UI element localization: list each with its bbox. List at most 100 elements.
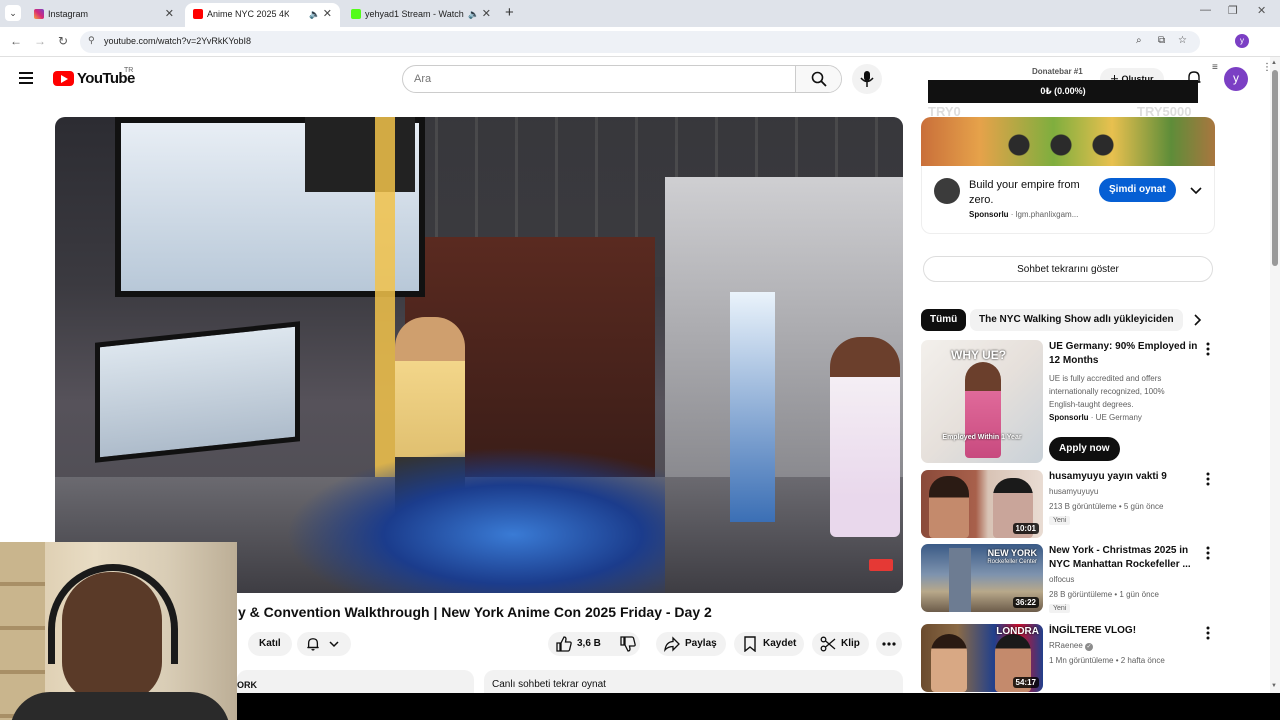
scissors-icon — [820, 636, 836, 652]
webcam-frame — [62, 572, 162, 702]
chat-replay-label: Canlı sohbeti tekrar oynat — [492, 679, 606, 690]
scrollbar-thumb[interactable] — [1272, 70, 1278, 266]
search-button[interactable] — [795, 66, 841, 92]
recommendation-item[interactable]: LONDRA 54:17 İNGİLTERE VLOG! RRaenee ✓ 1… — [921, 624, 1221, 692]
zoom-icon[interactable]: ⌕ — [1136, 35, 1142, 46]
subscription-notifications-button[interactable] — [297, 632, 351, 656]
maximize-button[interactable]: ❐ — [1228, 4, 1238, 17]
ad-title[interactable]: Build your empire from zero. — [969, 178, 1099, 208]
thumb-overlay-text: WHY UE? — [951, 348, 1006, 362]
reading-list-icon[interactable]: ≡ — [1212, 62, 1218, 73]
like-count[interactable]: 3,6 B — [577, 632, 601, 656]
channel-name[interactable]: olfocus — [1049, 575, 1074, 584]
search-icon — [811, 71, 827, 87]
tab-youtube-video[interactable]: Anime NYC 2025 4K Cospla 🔈 ✕ — [185, 3, 340, 27]
chevron-down-icon — [329, 641, 339, 648]
video-frame — [730, 292, 775, 522]
tab-instagram[interactable]: Instagram ✕ — [26, 3, 182, 27]
like-icon[interactable] — [556, 636, 572, 652]
thumb-caption: NEW YORK — [987, 548, 1037, 558]
chevron-down-icon[interactable] — [1190, 184, 1202, 196]
back-icon[interactable]: ← — [10, 34, 22, 48]
chevron-right-icon[interactable] — [1191, 314, 1203, 326]
recommendation-title[interactable]: İNGİLTERE VLOG! — [1049, 624, 1199, 638]
more-horizontal-icon — [882, 642, 896, 646]
channel-name[interactable]: RRaenee — [1049, 641, 1083, 650]
sponsored-recommendation[interactable]: WHY UE? Employed Within 1 Year UE German… — [921, 340, 1221, 464]
ad-play-now-button[interactable]: Şimdi oynat — [1099, 178, 1176, 202]
url-text[interactable]: youtube.com/watch?v=2YvRkKYobI8 — [104, 36, 251, 46]
share-button[interactable]: Paylaş — [656, 632, 726, 656]
more-vertical-icon[interactable] — [1204, 626, 1212, 640]
show-chat-replay-button[interactable]: Sohbet tekrarını göster — [923, 256, 1213, 282]
ad-banner-image[interactable] — [921, 117, 1215, 166]
thumb-caption: LONDRA — [996, 626, 1039, 637]
more-actions-button[interactable] — [876, 632, 902, 656]
save-label: Kaydet — [763, 638, 797, 649]
chip-from-uploader[interactable]: The NYC Walking Show adlı yükleyiciden — [970, 309, 1183, 331]
recommendation-item[interactable]: 10:01 husamyuyu yayın vakti 9 husamyuyuy… — [921, 470, 1221, 538]
clip-button[interactable]: Klip — [812, 632, 869, 656]
speaker-icon[interactable]: 🔈 — [309, 3, 320, 25]
recommendation-item[interactable]: NEW YORK Rockefeller Center 36:22 New Yo… — [921, 544, 1221, 613]
chip-all[interactable]: Tümü — [921, 309, 967, 331]
hamburger-menu-icon[interactable] — [19, 72, 33, 84]
verified-icon: ✓ — [1085, 643, 1094, 651]
video-thumbnail[interactable]: WHY UE? Employed Within 1 Year — [921, 340, 1043, 463]
channel-name[interactable]: husamyuyuyu — [1049, 487, 1098, 496]
more-vertical-icon[interactable] — [1204, 472, 1212, 486]
close-icon[interactable]: ✕ — [482, 3, 491, 25]
donation-bar-title: Donatebar #1 — [1032, 67, 1083, 76]
voice-search-button[interactable] — [852, 64, 882, 94]
share-icon — [664, 636, 680, 652]
video-duration: 54:17 — [1012, 677, 1039, 688]
video-thumbnail[interactable]: 10:01 — [921, 470, 1043, 538]
recommendation-description: UE is fully accredited and offers intern… — [1049, 374, 1165, 409]
clip-label: Klip — [841, 638, 860, 649]
install-icon[interactable]: ⧉ — [1158, 35, 1165, 46]
site-info-icon[interactable]: ⚲ — [88, 35, 95, 46]
save-button[interactable]: Kaydet — [734, 632, 804, 656]
save-icon — [744, 636, 756, 652]
account-avatar[interactable]: y — [1224, 67, 1248, 91]
thumb-person — [931, 634, 967, 692]
chat-replay-panel[interactable]: Canlı sohbeti tekrar oynat — [484, 670, 903, 693]
search-input[interactable] — [404, 67, 794, 91]
recommendation-title[interactable]: UE Germany: 90% Employed in 12 Months — [1049, 340, 1199, 368]
speaker-icon[interactable]: 🔈 — [468, 3, 479, 25]
close-window-button[interactable]: ✕ — [1257, 4, 1266, 17]
browser-profile-avatar[interactable]: y — [1235, 34, 1249, 48]
dislike-icon[interactable] — [620, 636, 636, 652]
tab-search-button[interactable]: ⌄ — [5, 5, 21, 21]
close-icon[interactable]: ✕ — [165, 3, 174, 25]
channel-name[interactable]: UE Germany — [1096, 413, 1142, 422]
omnibox[interactable]: ⚲ youtube.com/watch?v=2YvRkKYobI8 ⌕ ⧉ ☆ — [80, 31, 1200, 53]
description-snippet: ORK — [237, 680, 257, 690]
reload-icon[interactable]: ↻ — [58, 34, 68, 48]
scroll-up-arrow-icon[interactable]: ▲ — [1271, 60, 1277, 66]
video-thumbnail[interactable]: NEW YORK Rockefeller Center 36:22 — [921, 544, 1043, 612]
more-vertical-icon[interactable] — [1204, 546, 1212, 560]
tab-kick-stream[interactable]: yehyad1 Stream - Watch Li 🔈 ✕ — [343, 3, 499, 27]
tab-title: yehyad1 Stream - Watch Li — [365, 9, 465, 19]
ad-card[interactable]: Build your empire from zero. Sponsorlu ·… — [921, 166, 1215, 234]
scroll-down-arrow-icon[interactable]: ▼ — [1271, 683, 1277, 689]
description-box[interactable]: ORK — [237, 670, 474, 693]
minimize-button[interactable]: — — [1200, 4, 1211, 16]
recommendation-title[interactable]: husamyuyu yayın vakti 9 — [1049, 470, 1199, 484]
video-duration: 36:22 — [1012, 597, 1039, 608]
recommendation-title[interactable]: New York - Christmas 2025 in NYC Manhatt… — [1049, 544, 1199, 572]
advertiser-avatar[interactable] — [934, 178, 960, 204]
thumb-caption: WHY UE? — [951, 348, 1007, 362]
new-badge: Yeni — [1049, 516, 1071, 525]
forward-icon[interactable]: → — [34, 34, 46, 48]
bookmark-star-icon[interactable]: ☆ — [1178, 35, 1187, 46]
close-icon[interactable]: ✕ — [323, 3, 332, 25]
apply-now-button[interactable]: Apply now — [1049, 437, 1120, 461]
video-player[interactable] — [55, 117, 903, 593]
more-vertical-icon[interactable] — [1204, 342, 1212, 356]
channel-watermark[interactable] — [869, 559, 893, 571]
join-button[interactable]: Katıl — [248, 632, 292, 656]
new-tab-button[interactable]: + — [505, 4, 514, 21]
video-thumbnail[interactable]: LONDRA 54:17 — [921, 624, 1043, 692]
